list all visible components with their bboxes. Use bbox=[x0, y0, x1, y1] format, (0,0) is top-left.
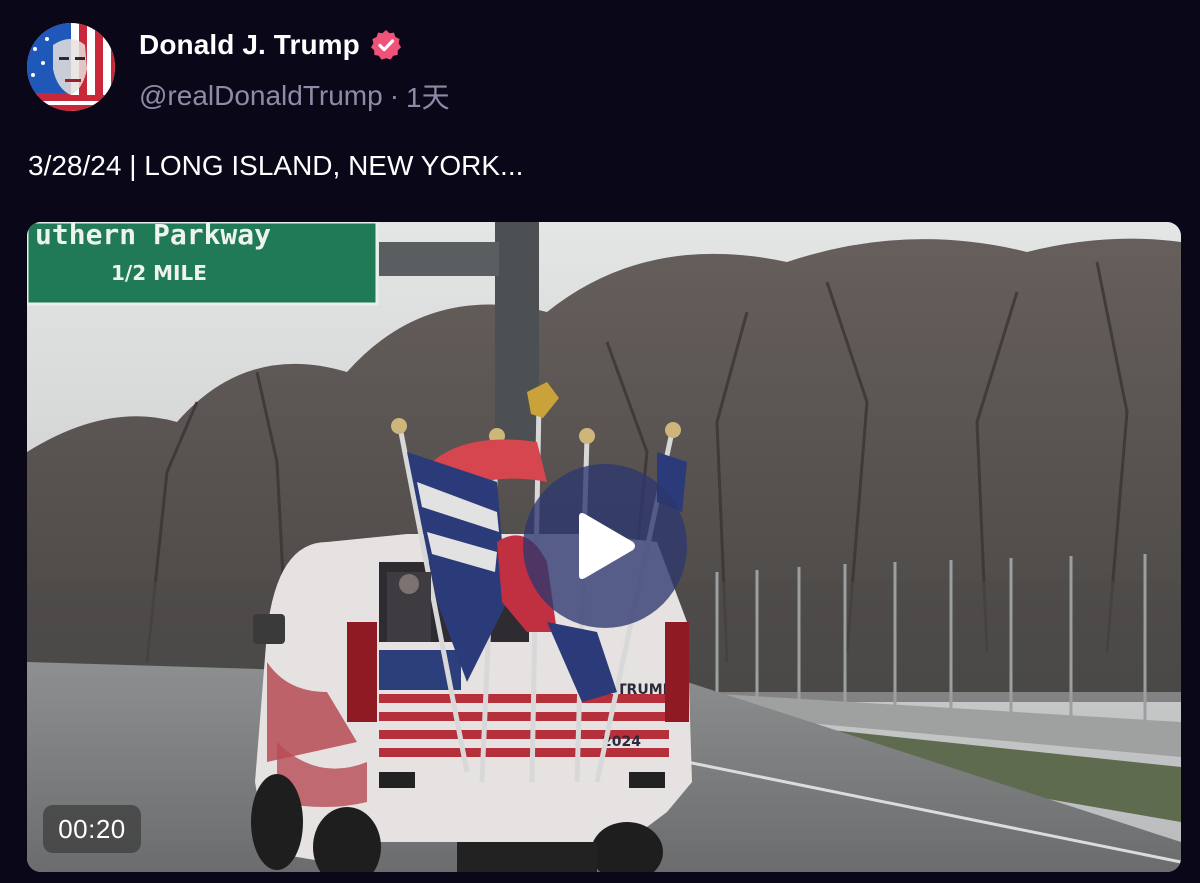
flag-portrait-avatar-icon bbox=[27, 23, 115, 111]
author-meta-row: @realDonaldTrump · 1天 bbox=[139, 76, 450, 116]
video-duration-badge: 00:20 bbox=[43, 805, 141, 853]
play-icon bbox=[579, 513, 635, 579]
post-card: Donald J. Trump @realDonaldTrump · 1天 3/… bbox=[0, 0, 1200, 883]
post-text: 3/28/24 | LONG ISLAND, NEW YORK... bbox=[28, 150, 524, 181]
road-sign-line2: 1/2 MILE bbox=[111, 261, 207, 285]
road-sign-line1: uthern Parkway bbox=[35, 222, 271, 251]
author-name-row: Donald J. Trump bbox=[139, 27, 403, 63]
verified-badge-icon bbox=[370, 30, 401, 60]
avatar[interactable] bbox=[27, 23, 115, 111]
author-display-name[interactable]: Donald J. Trump bbox=[139, 29, 360, 61]
play-button[interactable] bbox=[523, 464, 687, 628]
author-handle[interactable]: @realDonaldTrump bbox=[139, 80, 383, 112]
meta-separator: · bbox=[389, 80, 400, 111]
video-player[interactable]: uthern Parkway 1/2 MILE TRUMP? 2024 00:2… bbox=[27, 222, 1181, 872]
post-timestamp[interactable]: 1天 bbox=[406, 76, 450, 116]
